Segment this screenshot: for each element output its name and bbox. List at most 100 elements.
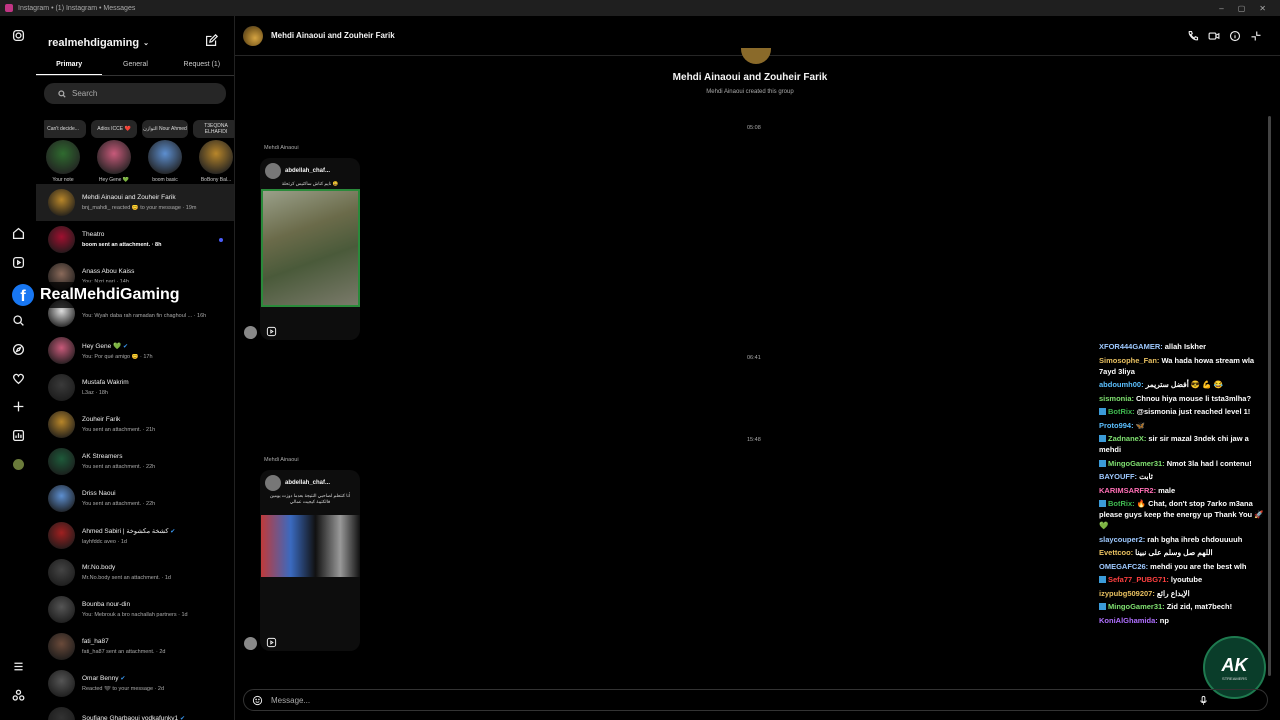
- facebook-icon: f: [12, 284, 34, 306]
- chat-message: Nmot 3la had l contenu!: [1166, 458, 1252, 468]
- search-input[interactable]: [72, 89, 212, 98]
- thread-item[interactable]: Hey Gene 💚 ✔ You: Por qué amigo 😊 · 17h: [36, 332, 234, 369]
- sender-avatar: [244, 637, 257, 650]
- video-call-icon[interactable]: [1208, 30, 1220, 42]
- instagram-logo-icon[interactable]: [10, 27, 26, 43]
- tab-general[interactable]: General: [102, 58, 168, 75]
- compose-icon[interactable]: [205, 33, 219, 48]
- stream-chat-line: ZadnaneX: sir sir mazal 3ndek chi jaw a m…: [1099, 433, 1269, 455]
- avatar: [148, 140, 182, 174]
- chat-scrollbar[interactable]: [1267, 56, 1272, 686]
- heart-icon[interactable]: [10, 370, 26, 386]
- thread-item[interactable]: Omar Benny ✔ Reacted 🖤 to your message · …: [36, 665, 234, 702]
- avatar: [48, 485, 75, 512]
- thread-preview: fati_ha87 sent an attachment. · 2d: [82, 649, 166, 655]
- inbox-panel: realmehdigaming ⌄ Primary General Reques…: [36, 16, 235, 720]
- profile-icon[interactable]: [10, 456, 26, 472]
- thread-name: Soufiane Gharbaoui vodkafunky1 ✔: [82, 715, 185, 720]
- meta-icon[interactable]: [10, 687, 26, 703]
- minimize-button[interactable]: –: [1219, 4, 1223, 13]
- collapse-icon[interactable]: [1250, 30, 1262, 42]
- thread-item[interactable]: AK Streamers You sent an attachment. · 22…: [36, 443, 234, 480]
- menu-icon[interactable]: [10, 658, 26, 674]
- thread-item[interactable]: Driss Naoui You sent an attachment. · 22h: [36, 480, 234, 517]
- window-titlebar: Instagram • (1) Instagram • Messages – ▢…: [0, 0, 1280, 16]
- stream-chat-line: BAYOUFF: ثابت: [1099, 471, 1269, 482]
- thread-item[interactable]: Bounba nour-din You: Mebrouk a bro nachal…: [36, 591, 234, 628]
- scrollbar-thumb[interactable]: [1268, 116, 1271, 676]
- thread-item[interactable]: Theatro boom sent an attachment. · 8h: [36, 221, 234, 258]
- microphone-icon[interactable]: [1198, 695, 1209, 706]
- chat-badge-icon: [1099, 435, 1106, 442]
- thread-item[interactable]: Mr.No.body Mr.No.body sent an attachment.…: [36, 554, 234, 591]
- phone-icon[interactable]: [1187, 30, 1199, 42]
- stream-chat-overlay: XFOR444GAMER: allah Iskher Simosophe_Fan: W…: [1099, 341, 1269, 628]
- thread-preview: You: Mebrouk a bro nachallah partners · …: [82, 612, 188, 618]
- chat-username: KoniAlGhamida:: [1099, 615, 1158, 625]
- thread-preview: You sent an attachment. · 22h: [82, 464, 156, 470]
- message-input[interactable]: [271, 695, 1171, 705]
- thread-preview: Mr.No.body sent an attachment. · 1d: [82, 575, 171, 581]
- chat-title[interactable]: Mehdi Ainaoui and Zouheir Farik: [271, 31, 395, 40]
- stream-chat-line: OMEGAFC26: mehdi you are the best wlh: [1099, 561, 1269, 572]
- chat-username: Evettcoo:: [1099, 548, 1134, 557]
- stream-chat-line: BotRix: @sismonia just reached level 1!: [1099, 406, 1269, 417]
- chat-username: BotRix:: [1108, 499, 1135, 508]
- thread-preview: layhfddc aveo · 1d: [82, 538, 127, 545]
- thread-item[interactable]: Soufiane Gharbaoui vodkafunky1 ✔: [36, 702, 234, 720]
- avatar: [48, 522, 75, 549]
- ak-logo-subtitle: STREAMERS: [1222, 675, 1247, 681]
- tab-primary[interactable]: Primary: [36, 58, 103, 75]
- note-item[interactable]: Adios ICCE ❤️ Hey Gene 💚: [91, 120, 137, 186]
- thread-item[interactable]: Ahmed Sabiri | كشخة مكشوخة ✔ layhfddc ave…: [36, 517, 234, 554]
- avatar: [48, 337, 75, 364]
- maximize-button[interactable]: ▢: [1238, 4, 1246, 13]
- thread-list: Mehdi Ainaoui and Zouheir Farik bnj_mahdi…: [36, 184, 234, 720]
- thread-item[interactable]: Zouheir Farik You sent an attachment. · 2…: [36, 406, 234, 443]
- thread-name: Mehdi Ainaoui and Zouheir Farik: [82, 194, 176, 201]
- chat-badge-icon: [1099, 500, 1106, 507]
- emoji-icon[interactable]: [252, 695, 263, 706]
- post-author: abdellah_chaf...: [285, 480, 331, 486]
- note-item[interactable]: Can't decide... Your note: [44, 120, 86, 186]
- home-icon[interactable]: [10, 225, 26, 241]
- info-icon[interactable]: [1229, 30, 1241, 42]
- note-item[interactable]: التوازن Nour Ahmed boom basic: [142, 120, 188, 186]
- search-box[interactable]: [44, 83, 226, 104]
- tab-requests[interactable]: Request (1): [169, 58, 234, 75]
- note-bubble: Adios ICCE ❤️: [91, 120, 137, 138]
- thread-name: Ahmed Sabiri | كشخة مكشوخة ✔: [82, 527, 176, 535]
- notes-row: Can't decide... Your note Adios ICCE ❤️ Hey…: [44, 120, 234, 186]
- verified-badge-icon: ✔: [179, 716, 185, 720]
- chat-message: np: [1159, 615, 1169, 625]
- thread-item[interactable]: fati_ha87 fati_ha87 sent an attachment. ·…: [36, 628, 234, 665]
- ak-logo-title: AK: [1221, 654, 1248, 675]
- group-intro: Mehdi Ainaoui and Zouheir Farik Mehdi Ai…: [600, 72, 900, 95]
- search-icon[interactable]: [10, 312, 26, 328]
- chat-message: allah Iskher: [1164, 342, 1207, 351]
- thread-item[interactable]: Mustafa Wakrim L3az · 18h: [36, 369, 234, 406]
- chat-username: izypubg509207:: [1099, 588, 1155, 598]
- avatar: [46, 140, 80, 174]
- shared-reel[interactable]: abdellah_chaf... أنا كنتعلم لصاحبي النتي…: [260, 470, 360, 651]
- post-caption: أنا كنتعلم لصاحبي النتيجة بعدما دوزت يوم…: [269, 493, 351, 504]
- account-switcher[interactable]: realmehdigaming ⌄: [48, 37, 149, 49]
- thread-name: Anass Abou Kaiss: [82, 268, 135, 275]
- create-icon[interactable]: [10, 398, 26, 414]
- window-title: Instagram • (1) Instagram • Messages: [18, 4, 136, 12]
- thread-preview: Reacted 🖤 to your message · 2d: [82, 686, 165, 692]
- close-window-button[interactable]: ✕: [1259, 4, 1266, 13]
- dashboard-icon[interactable]: [10, 427, 26, 443]
- chat-username: ZadnaneX:: [1108, 434, 1147, 443]
- shared-reel[interactable]: abdellah_chaf... نايم كناش ساكتيس كرتحلة…: [260, 158, 360, 340]
- streamer-name: RealMehdiGaming: [40, 286, 180, 303]
- chat-username: MingoGamer31:: [1108, 458, 1165, 468]
- note-item[interactable]: T3EQDNA ELHAFIDI BoBony Bal...: [193, 120, 234, 186]
- chat-username: slaycouper2:: [1099, 534, 1146, 544]
- group-avatar[interactable]: [243, 25, 263, 46]
- thread-preview: You sent an attachment. · 21h: [82, 427, 156, 433]
- thread-item[interactable]: Mehdi Ainaoui and Zouheir Farik bnj_mahdi…: [36, 184, 234, 221]
- reels-icon[interactable]: [10, 254, 26, 270]
- explore-icon[interactable]: [10, 341, 26, 357]
- thread-name: Zouheir Farik: [82, 416, 121, 423]
